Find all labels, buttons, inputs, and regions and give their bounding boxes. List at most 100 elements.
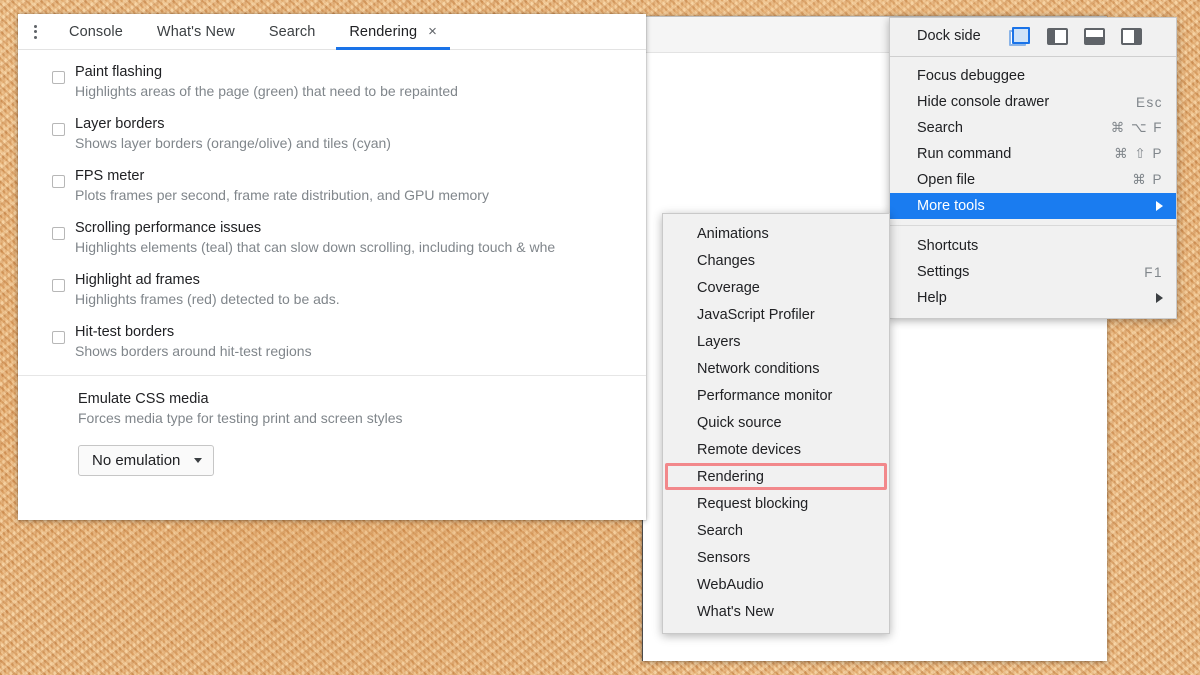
submenu-item-javascript-profiler[interactable]: JavaScript Profiler — [663, 301, 889, 328]
option-description: Shows borders around hit-test regions — [75, 343, 312, 359]
menu-group-primary: Focus debuggee Hide console drawer Esc S… — [890, 59, 1176, 223]
submenu-item-rendering[interactable]: Rendering — [663, 463, 889, 490]
menu-item-shortcut: F1 — [1144, 264, 1163, 280]
menu-divider — [890, 56, 1176, 57]
submenu-item-label: Layers — [697, 333, 741, 350]
submenu-item-coverage[interactable]: Coverage — [663, 274, 889, 301]
menu-item-label: Open file — [917, 172, 976, 188]
submenu-item-label: Animations — [697, 225, 769, 242]
tab-whats-new[interactable]: What's New — [140, 14, 252, 49]
tab-rendering[interactable]: Rendering × — [332, 14, 454, 50]
submenu-item-request-blocking[interactable]: Request blocking — [663, 490, 889, 517]
tab-label: Rendering — [349, 23, 418, 40]
submenu-item-label: Coverage — [697, 279, 760, 296]
menu-item-shortcut: ⌘ ⇧ P — [1114, 146, 1163, 161]
submenu-item-label: Changes — [697, 252, 756, 269]
emulate-description: Forces media type for testing print and … — [78, 410, 403, 426]
menu-item-label: Hide console drawer — [917, 94, 1050, 110]
menu-item-label: Run command — [917, 146, 1012, 162]
submenu-item-network-conditions[interactable]: Network conditions — [663, 355, 889, 382]
checkbox[interactable] — [52, 71, 65, 84]
chevron-right-icon — [1156, 201, 1163, 211]
menu-item-label: More tools — [917, 198, 985, 214]
menu-item-search[interactable]: Search ⌘ ⌥ F — [890, 115, 1176, 141]
rendering-drawer-panel: Console What's New Search Rendering × Pa… — [18, 14, 646, 520]
submenu-item-label: Request blocking — [697, 495, 809, 512]
dock-to-bottom-icon[interactable] — [1083, 27, 1105, 45]
submenu-item-quick-source[interactable]: Quick source — [663, 409, 889, 436]
menu-item-run-command[interactable]: Run command ⌘ ⇧ P — [890, 141, 1176, 167]
option-title: Layer borders — [75, 116, 165, 132]
dock-to-left-icon[interactable] — [1046, 27, 1068, 45]
more-vertical-icon[interactable] — [18, 14, 52, 49]
option-title: Highlight ad frames — [75, 272, 200, 288]
option-title: Paint flashing — [75, 64, 163, 80]
rendering-options-list: Paint flashing Highlights areas of the p… — [18, 50, 646, 520]
drawer-tab-bar: Console What's New Search Rendering × — [18, 14, 646, 50]
undock-into-separate-window-icon[interactable] — [1008, 26, 1031, 46]
dock-to-right-icon[interactable] — [1120, 27, 1142, 45]
devtools-main-menu: Dock side Focus debuggee Hide console dr… — [889, 17, 1177, 319]
menu-item-hide-console-drawer[interactable]: Hide console drawer Esc — [890, 89, 1176, 115]
emulate-css-media-section: Emulate CSS media Forces media type for … — [18, 376, 646, 476]
option-layer-borders[interactable]: Layer borders Shows layer borders (orang… — [18, 115, 646, 153]
tab-label: What's New — [156, 23, 235, 40]
option-paint-flashing[interactable]: Paint flashing Highlights areas of the p… — [18, 63, 646, 101]
undock-front-frame — [1011, 26, 1030, 44]
dock-side-icon-group — [1008, 26, 1142, 46]
submenu-item-changes[interactable]: Changes — [663, 247, 889, 274]
menu-item-help[interactable]: Help — [890, 285, 1176, 311]
option-fps-meter[interactable]: FPS meter Plots frames per second, frame… — [18, 167, 646, 205]
checkbox[interactable] — [52, 279, 65, 292]
submenu-item-sensors[interactable]: Sensors — [663, 544, 889, 571]
option-description: Highlights areas of the page (green) tha… — [75, 83, 458, 99]
menu-item-shortcut: Esc — [1135, 94, 1163, 110]
dock-right-fill — [1133, 29, 1140, 43]
menu-item-shortcut: ⌘ P — [1132, 172, 1163, 187]
option-scrolling-performance-issues[interactable]: Scrolling performance issues Highlights … — [18, 219, 646, 257]
dock-bottom-fill — [1085, 36, 1103, 43]
chevron-down-icon — [194, 458, 203, 463]
submenu-item-label: Search — [697, 522, 743, 539]
submenu-item-webaudio[interactable]: WebAudio — [663, 571, 889, 598]
menu-item-more-tools[interactable]: More tools — [890, 193, 1176, 219]
menu-item-open-file[interactable]: Open file ⌘ P — [890, 167, 1176, 193]
option-title: Scrolling performance issues — [75, 220, 262, 236]
submenu-item-remote-devices[interactable]: Remote devices — [663, 436, 889, 463]
menu-item-label: Focus debuggee — [917, 68, 1026, 84]
submenu-item-label: JavaScript Profiler — [697, 306, 815, 323]
submenu-item-label: Quick source — [697, 414, 782, 431]
menu-item-label: Settings — [917, 264, 970, 280]
menu-item-focus-debuggee[interactable]: Focus debuggee — [890, 63, 1176, 89]
submenu-item-animations[interactable]: Animations — [663, 220, 889, 247]
submenu-item-label: Sensors — [697, 549, 751, 566]
checkbox[interactable] — [52, 227, 65, 240]
checkbox[interactable] — [52, 331, 65, 344]
tab-label: Search — [268, 23, 316, 40]
option-title: FPS meter — [75, 168, 145, 184]
submenu-item-performance-monitor[interactable]: Performance monitor — [663, 382, 889, 409]
submenu-item-whats-new[interactable]: What's New — [663, 598, 889, 625]
submenu-item-label: Performance monitor — [697, 387, 833, 404]
menu-item-label: Help — [917, 290, 947, 306]
checkbox[interactable] — [52, 123, 65, 136]
kebab-dot — [33, 30, 37, 33]
menu-item-shortcuts[interactable]: Shortcuts — [890, 233, 1176, 259]
media-emulation-select[interactable]: No emulation — [78, 445, 215, 476]
tab-search[interactable]: Search — [252, 14, 333, 49]
menu-item-label: Search — [917, 120, 963, 136]
submenu-item-label: Remote devices — [697, 441, 801, 458]
menu-item-settings[interactable]: Settings F1 — [890, 259, 1176, 285]
submenu-item-search[interactable]: Search — [663, 517, 889, 544]
close-icon[interactable]: × — [428, 24, 437, 39]
more-tools-submenu: Animations Changes Coverage JavaScript P… — [662, 213, 890, 634]
option-description: Shows layer borders (orange/olive) and t… — [75, 135, 391, 151]
option-title: Hit-test borders — [75, 324, 175, 340]
submenu-item-layers[interactable]: Layers — [663, 328, 889, 355]
option-hit-test-borders[interactable]: Hit-test borders Shows borders around hi… — [18, 323, 646, 361]
dock-left-fill — [1048, 29, 1055, 43]
option-description: Highlights elements (teal) that can slow… — [75, 239, 556, 255]
option-highlight-ad-frames[interactable]: Highlight ad frames Highlights frames (r… — [18, 271, 646, 309]
tab-console[interactable]: Console — [52, 14, 140, 49]
checkbox[interactable] — [52, 175, 65, 188]
